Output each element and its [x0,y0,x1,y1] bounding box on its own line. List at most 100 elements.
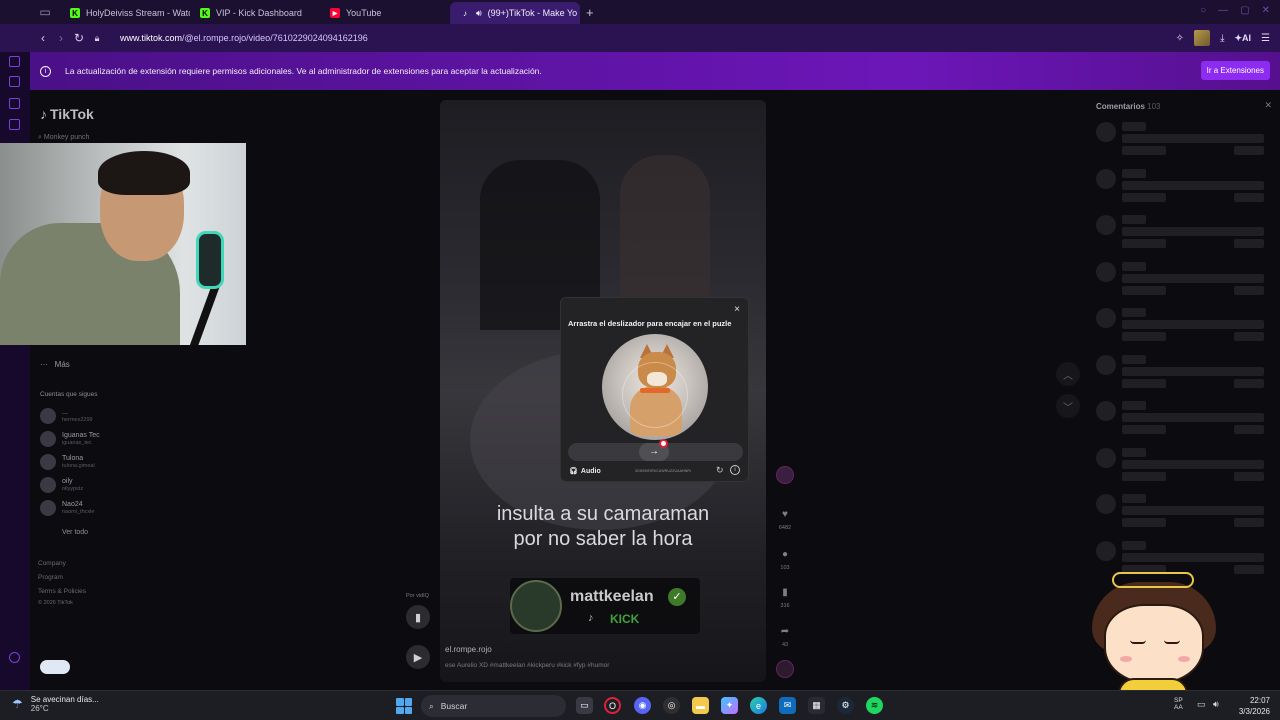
taskbar-search[interactable]: ⌕ Buscar [421,695,566,717]
task-view-icon[interactable]: ▭ [576,697,593,714]
new-tab-button[interactable]: + [580,5,600,20]
steam-icon[interactable]: ⚙ [837,697,854,714]
footer-company[interactable]: Company [38,560,66,567]
sidebar-check-icon[interactable] [9,119,20,130]
close-icon[interactable]: ✕ [1264,100,1272,111]
youtube-icon: ▶ [330,8,340,18]
music-disc-icon[interactable] [776,660,794,678]
maximize-icon[interactable]: ▢ [1240,5,1249,16]
following-item[interactable]: ... hermes2299 [40,408,93,424]
following-item[interactable]: Iguanas Tec iguanas_tec [40,431,100,447]
bookmark-icon: ▮ [782,586,788,598]
extension-avatar-icon[interactable] [1194,30,1211,46]
sticker-blush [1178,656,1190,662]
stats-icon[interactable]: ▮ [406,605,430,629]
speaker-icon[interactable]: 🔊︎ [476,8,482,19]
skeleton-bar [1122,332,1166,341]
obs-icon[interactable]: ◎ [663,697,680,714]
skeleton-bar [1122,494,1146,503]
discord-icon[interactable]: ◉ [634,697,651,714]
reload-icon[interactable]: ↻ [70,31,88,45]
url-field[interactable]: www.tiktok.com/@el.rompe.rojo/video/7610… [120,33,368,43]
opera-gx-icon[interactable]: O [604,697,621,714]
skeleton-avatar [1096,308,1116,328]
menu-icon[interactable]: ▭ [30,0,60,24]
skeleton-bar [1122,192,1166,202]
sidebar-settings-icon[interactable] [9,652,20,663]
like-action[interactable]: ♥ 6482 [774,505,796,532]
following-name: Nao24 [62,501,83,509]
skeleton-avatar [1096,215,1116,235]
file-explorer-icon[interactable]: ▬ [692,697,709,714]
following-handle: naomi_thcxle [62,508,95,515]
ai-button[interactable]: ✦AI [1234,33,1251,44]
skeleton-bar [1122,366,1264,376]
avatar [40,454,56,470]
sidebar-messenger-icon[interactable] [9,56,20,67]
mail-icon[interactable]: ✉ [779,697,796,714]
system-clock[interactable]: 22:07 3/3/2026 [1234,695,1270,717]
share-action[interactable]: ➦ 43 [774,622,796,649]
weather-widget[interactable]: ☂ Se avecinan días... 26°C [12,695,99,713]
minimize-icon[interactable]: — [1218,5,1228,16]
save-action[interactable]: ▮ 316 [774,583,796,610]
comment-action[interactable]: ● 103 [774,545,796,572]
play-icon[interactable]: ▶ [406,645,430,669]
skeleton-bar [1122,506,1264,515]
network-icon[interactable]: ▭ [1197,699,1206,710]
spotify-icon[interactable]: ≋ [866,697,883,714]
floating-extension-chip[interactable] [40,660,70,674]
microphone [196,231,224,289]
info-icon[interactable]: i [730,465,740,475]
video-author[interactable]: el.rompe.rojo [445,645,492,654]
kick-icon: K [70,8,80,18]
see-all-link[interactable]: Ver todo [62,529,88,536]
tiktok-logo[interactable]: ♪ TikTok [40,106,94,122]
tab-holydeiviss[interactable]: K HolyDeiviss Stream - Watc [60,2,190,24]
go-to-extensions-button[interactable]: Ir a Extensiones [1200,61,1270,80]
volume-icon[interactable]: 🔊︎ [1213,699,1219,710]
close-icon[interactable]: × [734,304,740,315]
audio-button[interactable]: 🎧︎ Audio [569,467,601,476]
following-item[interactable]: oily oilyypstz [40,477,83,493]
windows-start-icon[interactable] [396,698,412,714]
language-indicator[interactable]: SP AA [1174,697,1183,711]
following-item[interactable]: Tulona tulona.gimeal [40,454,95,470]
skeleton-bar [1122,180,1264,190]
download-icon[interactable]: ⤓ [1220,33,1224,44]
sticker-face [1104,604,1204,684]
sidebar-chat-icon[interactable] [9,98,20,109]
creator-avatar[interactable] [776,466,794,484]
share-icon: ➦ [780,625,790,637]
forward-icon[interactable]: › [52,31,70,45]
store-icon[interactable]: ▦ [808,697,825,714]
comment-skeleton [1096,447,1276,488]
skeleton-avatar [1096,401,1116,421]
search-tabs-icon[interactable]: ○ [1200,5,1206,16]
tab-youtube[interactable]: ▶ YouTube [320,2,450,24]
close-window-icon[interactable]: ✕ [1262,5,1270,16]
tab-tiktok[interactable]: ♪ 🔊︎ (99+)TikTok - Make Yo [450,2,580,24]
puzzle-image [602,334,708,440]
following-item[interactable]: Nao24 naomi_thcxle [40,500,94,516]
back-icon[interactable]: ‹ [34,31,52,45]
skeleton-bar [1234,518,1264,527]
tiktok-logo-text: TikTok [50,106,94,122]
footer-program[interactable]: Program [38,574,63,581]
following-name: Tulona [62,455,84,463]
footer-terms[interactable]: Terms & Policies [38,588,86,595]
copilot-icon[interactable]: ✦ [721,697,738,714]
next-video-button[interactable]: ﹀ [1056,394,1080,418]
edge-icon[interactable]: e [750,697,767,714]
verified-icon: ✓ [668,588,686,606]
skeleton-bar [1122,320,1264,329]
refresh-icon[interactable]: ↻ [716,465,724,476]
following-handle: iguanas_tec [62,439,92,446]
easy-setup-icon[interactable]: ☰ [1261,33,1270,44]
more-menu[interactable]: ··· Más [40,360,70,369]
extensions-icon[interactable]: ✧ [1176,33,1184,44]
tab-kick-dashboard[interactable]: K VIP - Kick Dashboard [190,2,320,24]
skeleton-avatar [1096,354,1116,375]
previous-video-button[interactable]: ︿ [1056,362,1080,386]
sidebar-bag-icon[interactable] [9,76,20,87]
